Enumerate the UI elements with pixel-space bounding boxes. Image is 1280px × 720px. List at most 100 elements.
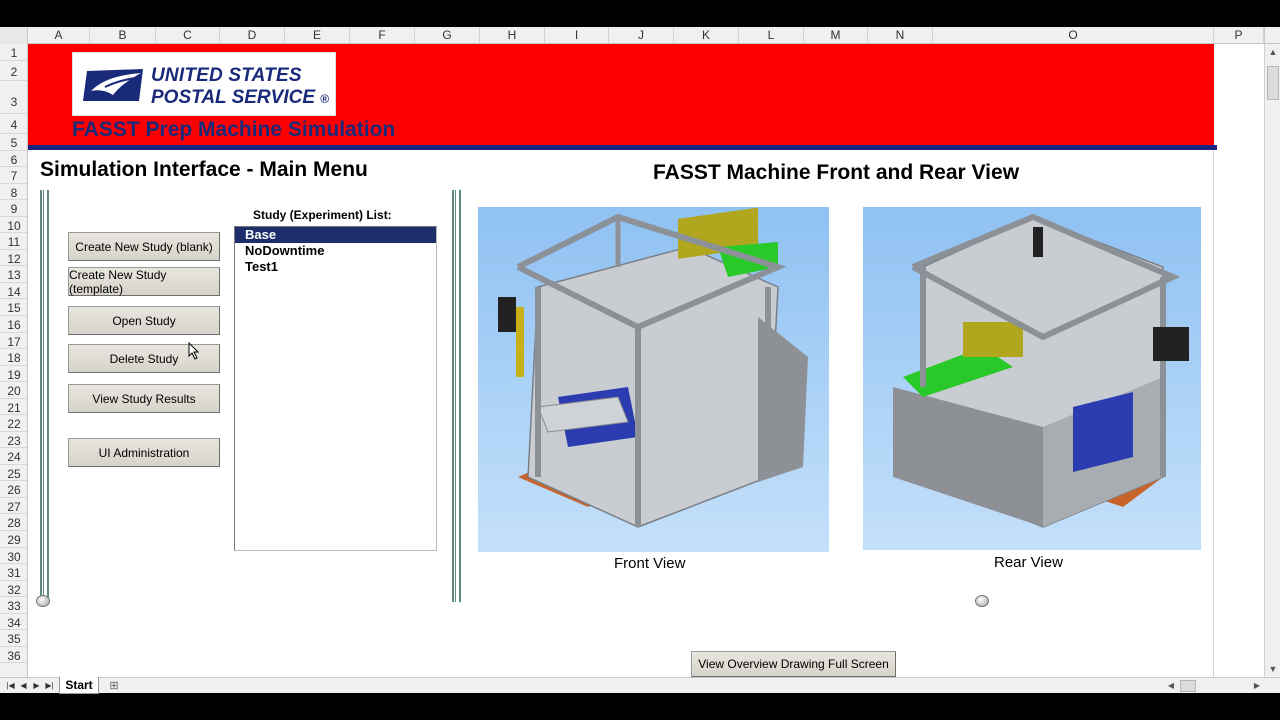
row-header[interactable]: 6 <box>0 151 27 167</box>
row-header[interactable]: 22 <box>0 415 27 432</box>
row-header[interactable]: 36 <box>0 647 27 663</box>
row-header[interactable]: 17 <box>0 333 27 349</box>
left-divider <box>40 190 49 602</box>
column-header[interactable]: A <box>28 27 90 44</box>
row-header[interactable]: 11 <box>0 233 27 250</box>
column-header[interactable]: O <box>933 27 1214 44</box>
scroll-down-icon[interactable]: ▼ <box>1265 661 1280 677</box>
row-header[interactable]: 21 <box>0 399 27 415</box>
sheet-first-icon[interactable]: |◀ <box>4 678 17 694</box>
row-header-bar: 1 2 3 4 5 6 7 8 9 10 11 12 13 14 15 16 17 18 19 20 21 22 23 24 2… <box>0 44 28 677</box>
rear-view-caption: Rear View <box>994 554 1063 571</box>
logo-text-line2: POSTAL SERVICE ® <box>151 87 330 108</box>
row-header[interactable]: 9 <box>0 200 27 217</box>
column-header[interactable]: P <box>1214 27 1264 44</box>
study-listbox[interactable]: Base NoDowntime Test1 <box>234 226 437 551</box>
column-header[interactable]: H <box>480 27 545 44</box>
open-study-button[interactable]: Open Study <box>68 306 220 335</box>
sheet-tab-bar: |◀ ◀ ▶ ▶| Start ⊞ ◀ ▶ <box>0 677 1280 694</box>
select-all-corner[interactable] <box>0 27 28 44</box>
scroll-handle-right[interactable] <box>975 595 989 607</box>
row-header[interactable]: 26 <box>0 481 27 498</box>
row-header[interactable]: 32 <box>0 581 27 597</box>
eagle-icon <box>83 69 143 101</box>
banner-underline <box>28 145 1217 150</box>
row-header[interactable]: 4 <box>0 114 27 134</box>
logo-text-line1: UNITED STATES <box>151 65 302 86</box>
sheet-prev-icon[interactable]: ◀ <box>17 678 30 694</box>
view-study-results-button[interactable]: View Study Results <box>68 384 220 413</box>
row-header[interactable]: 29 <box>0 531 27 548</box>
scroll-up-icon[interactable]: ▲ <box>1265 44 1280 60</box>
column-header[interactable]: M <box>804 27 868 44</box>
row-header[interactable]: 14 <box>0 283 27 299</box>
row-header[interactable]: 20 <box>0 382 27 399</box>
front-view-image[interactable] <box>478 207 829 552</box>
study-list-item[interactable]: NoDowntime <box>235 243 436 259</box>
ui-administration-button[interactable]: UI Administration <box>68 438 220 467</box>
row-header[interactable]: 31 <box>0 564 27 581</box>
row-header[interactable]: 3 <box>0 81 27 114</box>
column-header[interactable]: I <box>545 27 609 44</box>
column-header[interactable]: N <box>868 27 933 44</box>
row-header[interactable]: 18 <box>0 349 27 366</box>
row-header[interactable]: 24 <box>0 448 27 465</box>
column-header-bar: A B C D E F G H I J K L M N O P <box>0 27 1280 44</box>
scroll-handle-left[interactable] <box>36 595 50 607</box>
row-header[interactable]: 30 <box>0 548 27 564</box>
sheet-last-icon[interactable]: ▶| <box>43 678 56 694</box>
center-divider <box>452 190 461 602</box>
row-header[interactable]: 13 <box>0 266 27 283</box>
column-header[interactable]: E <box>285 27 350 44</box>
row-header[interactable]: 19 <box>0 366 27 382</box>
column-header[interactable]: B <box>90 27 156 44</box>
row-header[interactable]: 10 <box>0 217 27 233</box>
vertical-scrollbar[interactable]: ▲ ▼ <box>1264 44 1280 677</box>
horizontal-scrollbar[interactable]: ◀ ▶ <box>1160 679 1264 693</box>
mouse-cursor-icon <box>188 342 200 360</box>
main-menu-title: Simulation Interface - Main Menu <box>40 158 368 181</box>
horizontal-scroll-thumb[interactable] <box>1180 680 1196 692</box>
worksheet: UNITED STATES POSTAL SERVICE ® FASST Pre… <box>28 44 1264 677</box>
usps-logo: UNITED STATES POSTAL SERVICE ® <box>72 52 336 116</box>
split-box[interactable] <box>1264 27 1280 44</box>
create-new-study-template-button[interactable]: Create New Study (template) <box>68 267 220 296</box>
row-header[interactable]: 12 <box>0 250 27 266</box>
row-header[interactable]: 35 <box>0 630 27 647</box>
row-header[interactable]: 16 <box>0 316 27 333</box>
column-header[interactable]: D <box>220 27 285 44</box>
row-header[interactable]: 34 <box>0 614 27 630</box>
view-overview-drawing-button[interactable]: View Overview Drawing Full Screen <box>691 651 896 677</box>
row-header[interactable]: 25 <box>0 465 27 481</box>
row-header[interactable]: 7 <box>0 167 27 184</box>
scroll-right-icon[interactable]: ▶ <box>1250 679 1264 693</box>
rear-view-image[interactable] <box>863 207 1201 550</box>
row-header[interactable]: 8 <box>0 184 27 200</box>
scroll-left-icon[interactable]: ◀ <box>1164 679 1178 693</box>
row-header[interactable]: 1 <box>0 44 27 61</box>
create-new-study-blank-button[interactable]: Create New Study (blank) <box>68 232 220 261</box>
study-list-item[interactable]: Test1 <box>235 259 436 275</box>
study-list-label: Study (Experiment) List: <box>253 208 392 222</box>
row-header[interactable]: 28 <box>0 514 27 531</box>
row-header[interactable]: 33 <box>0 597 27 614</box>
new-sheet-icon[interactable]: ⊞ <box>104 679 124 693</box>
row-header[interactable]: 5 <box>0 134 27 151</box>
row-header[interactable]: 23 <box>0 432 27 448</box>
row-header[interactable]: 27 <box>0 498 27 514</box>
front-view-caption: Front View <box>614 555 686 572</box>
sheet-tab-start[interactable]: Start <box>59 677 99 694</box>
column-header[interactable]: G <box>415 27 480 44</box>
column-header[interactable]: L <box>739 27 804 44</box>
study-list-item[interactable]: Base <box>235 227 436 243</box>
excel-window: A B C D E F G H I J K L M N O P 12345678… <box>0 0 1280 720</box>
sheet-next-icon[interactable]: ▶ <box>30 678 43 694</box>
row-header[interactable]: 15 <box>0 299 27 316</box>
vertical-scroll-thumb[interactable] <box>1267 66 1279 100</box>
row-header[interactable]: 2 <box>0 61 27 81</box>
column-header[interactable]: J <box>609 27 674 44</box>
column-header[interactable]: F <box>350 27 415 44</box>
column-header[interactable]: C <box>156 27 220 44</box>
machine-view-title: FASST Machine Front and Rear View <box>653 161 1020 184</box>
column-header[interactable]: K <box>674 27 739 44</box>
